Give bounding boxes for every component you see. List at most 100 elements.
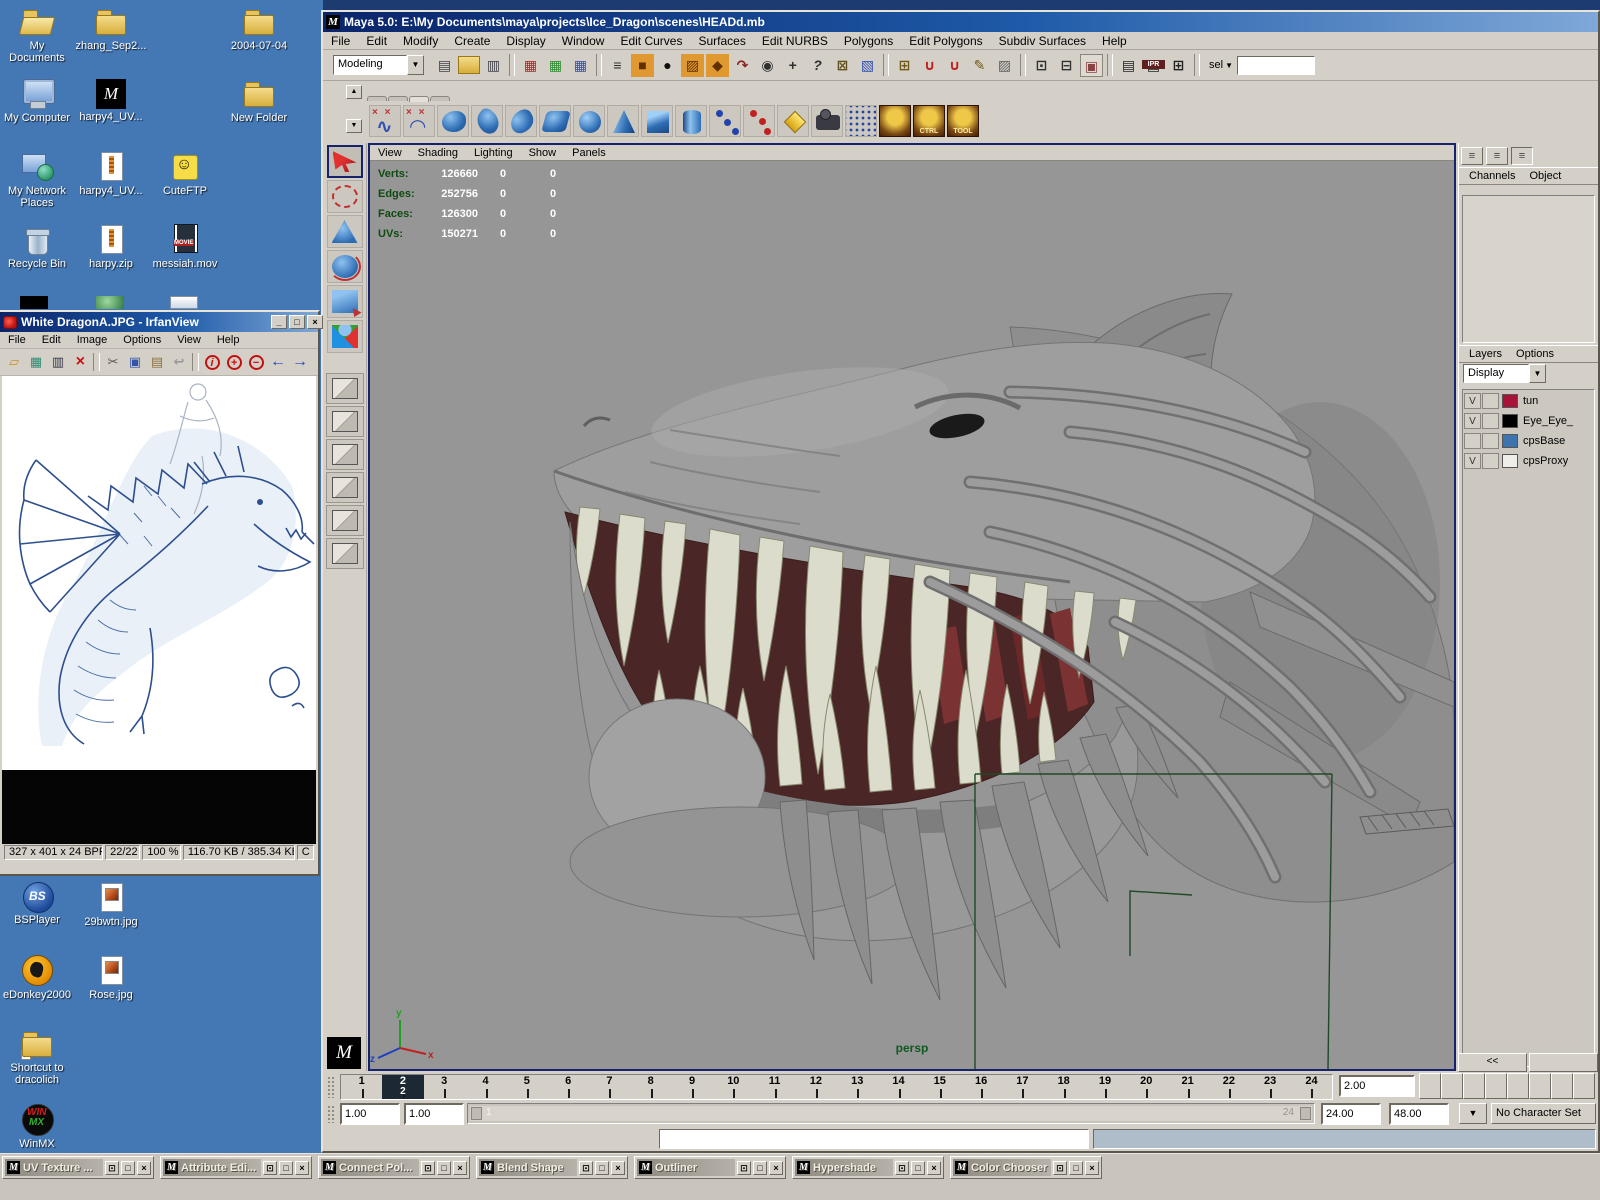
layer-menu-item[interactable]: Layers (1463, 348, 1508, 360)
save-icon[interactable]: ▥ (47, 352, 69, 373)
maximize-button[interactable]: □ (437, 1161, 451, 1175)
playback-end-field[interactable] (1321, 1103, 1381, 1125)
restore-button[interactable]: ⊡ (263, 1161, 277, 1175)
combo-select-icon[interactable]: ≡ (606, 54, 629, 77)
go-to-end-button[interactable] (1573, 1073, 1595, 1099)
layer-row[interactable]: V tun (1464, 391, 1593, 411)
viewport-canvas[interactable]: y x z Verts:12666000 Edges:25275600 Face… (370, 162, 1454, 1069)
open-scene-icon[interactable] (458, 56, 480, 74)
channel-box[interactable] (1462, 195, 1595, 343)
maximize-button[interactable]: □ (1069, 1161, 1083, 1175)
timeline-frame[interactable]: 4 (465, 1075, 506, 1099)
show-channel-box-icon[interactable]: ≡ (1461, 147, 1483, 165)
panel-menu-item[interactable]: Panels (564, 146, 614, 160)
show-both-icon[interactable]: ≡ (1511, 147, 1533, 165)
timeline-frame[interactable]: 10 (713, 1075, 754, 1099)
partial-icon[interactable] (170, 296, 198, 309)
construction-history-icon[interactable]: ▣ (1080, 54, 1103, 77)
close-button[interactable]: × (295, 1161, 309, 1175)
cut-icon[interactable]: ✂ (102, 352, 124, 373)
paste-icon[interactable]: ▤ (146, 352, 168, 373)
layer-select-cell[interactable] (1482, 453, 1499, 469)
panel-menu-item[interactable]: Shading (410, 146, 466, 160)
rotate-tool-icon[interactable] (327, 250, 363, 283)
play-backwards-button[interactable] (1485, 1073, 1507, 1099)
menu-item[interactable]: Edit (34, 332, 69, 348)
select-pivots-icon[interactable]: ◉ (756, 54, 779, 77)
show-manipulator-tool-icon[interactable] (327, 320, 363, 353)
menu-item[interactable]: Edit NURBS (754, 32, 836, 50)
animation-end-field[interactable] (1389, 1103, 1449, 1125)
open-file-icon[interactable]: ▱ (3, 352, 25, 373)
desktop-icon-harpy4-uv-zip[interactable]: harpy4_UV... (75, 151, 147, 197)
taskbar-window-button[interactable]: MColor Chooser ⊡ □ × (950, 1156, 1102, 1179)
menu-item[interactable]: Modify (395, 32, 446, 50)
desktop-icon-edonkey2000[interactable]: eDonkey2000 (1, 955, 73, 1001)
drag-handle[interactable] (327, 1105, 335, 1123)
nurbs-cone-icon[interactable] (607, 105, 639, 137)
layer-visibility-toggle[interactable]: V (1464, 413, 1481, 429)
menu-set-selector[interactable]: Modeling ▼ (333, 55, 424, 75)
desktop-icon-messiah-mov[interactable]: MOVIEmessiah.mov (149, 224, 221, 270)
paint-select-tool-icon[interactable] (327, 215, 363, 248)
output-connections-icon[interactable]: ⊟ (1055, 54, 1078, 77)
shelf-menu-button[interactable]: ▼ (344, 118, 362, 133)
timeline-frame[interactable]: 7 (589, 1075, 630, 1099)
step-forward-key-button[interactable] (1551, 1073, 1573, 1099)
revolve-icon[interactable] (437, 105, 469, 137)
menu-item[interactable]: Options (115, 332, 169, 348)
character-gold-icon[interactable] (879, 105, 911, 137)
layer-visibility-toggle[interactable]: V (1464, 393, 1481, 409)
select-template-icon[interactable]: ▦ (569, 54, 592, 77)
layer-mode-dropdown[interactable]: Display ▼ (1463, 364, 1546, 383)
menu-item[interactable]: Subdiv Surfaces (991, 32, 1094, 50)
undo-icon[interactable]: ↩ (168, 352, 190, 373)
lasso-tool-icon[interactable] (327, 180, 363, 213)
close-button[interactable]: × (769, 1161, 783, 1175)
camera-icon[interactable] (811, 105, 843, 137)
layout-hypergraph-button[interactable] (326, 505, 364, 536)
layer-row[interactable]: cpsBase (1464, 431, 1593, 451)
timeline-frame[interactable]: 20 (1126, 1075, 1167, 1099)
desktop-icon-harpy-zip[interactable]: harpy.zip (75, 224, 147, 270)
poly-cube-icon[interactable] (641, 105, 673, 137)
spotlight-icon[interactable] (777, 105, 809, 137)
show-layer-editor-icon[interactable]: ≡ (1486, 147, 1508, 165)
layer-color-swatch[interactable] (1502, 414, 1518, 428)
menu-item[interactable]: Window (554, 32, 613, 50)
menu-item[interactable]: View (169, 332, 209, 348)
restore-button[interactable]: ⊡ (421, 1161, 435, 1175)
desktop-icon-29bwtn-jpg[interactable]: 29bwtn.jpg (75, 882, 147, 928)
scale-tool-icon[interactable] (327, 285, 363, 318)
desktop-icon-bsplayer[interactable]: BSBSPlayer (1, 882, 73, 926)
desktop-icon-rose-jpg[interactable]: Rose.jpg (75, 955, 147, 1001)
desktop-icon-my-documents[interactable]: My Documents (1, 6, 73, 64)
extrude-icon[interactable] (505, 105, 537, 137)
loft-icon[interactable] (471, 105, 503, 137)
taskbar-window-button[interactable]: MBlend Shape ⊡ □ × (476, 1156, 628, 1179)
step-back-key-button[interactable] (1441, 1073, 1463, 1099)
desktop-icon-my-network-places[interactable]: My Network Places (1, 151, 73, 209)
timeline-frame[interactable]: 24 (1291, 1075, 1332, 1099)
timeline-frame[interactable]: 14 (878, 1075, 919, 1099)
close-button[interactable]: × (307, 315, 323, 329)
time-slider[interactable]: 123456789101112131415161718192021222324 (340, 1074, 1333, 1100)
layer-select-cell[interactable] (1482, 413, 1499, 429)
step-forward-frame-button[interactable] (1529, 1073, 1551, 1099)
select-handles-icon[interactable]: + (781, 54, 804, 77)
range-slider[interactable]: 1 24 (467, 1103, 1315, 1124)
quick-select-input[interactable] (1237, 56, 1315, 75)
channel-menu-item[interactable]: Channels (1463, 170, 1521, 182)
select-hulls-icon[interactable]: ↷ (731, 54, 754, 77)
timeline-frame[interactable]: 16 (960, 1075, 1001, 1099)
timeline-frame[interactable]: 15 (919, 1075, 960, 1099)
menu-item[interactable]: Help (1094, 32, 1135, 50)
desktop-icon-zhang[interactable]: zhang_Sep2... (75, 6, 147, 52)
select-hierarchy-icon[interactable]: ▦ (519, 54, 542, 77)
timeline-frame[interactable]: 11 (754, 1075, 795, 1099)
restore-button[interactable]: ⊡ (895, 1161, 909, 1175)
timeline-frame[interactable]: 2 (382, 1075, 423, 1099)
timeline-frame[interactable]: 17 (1002, 1075, 1043, 1099)
zoom-out-icon[interactable]: − (245, 352, 267, 373)
menu-item[interactable]: File (323, 32, 358, 50)
